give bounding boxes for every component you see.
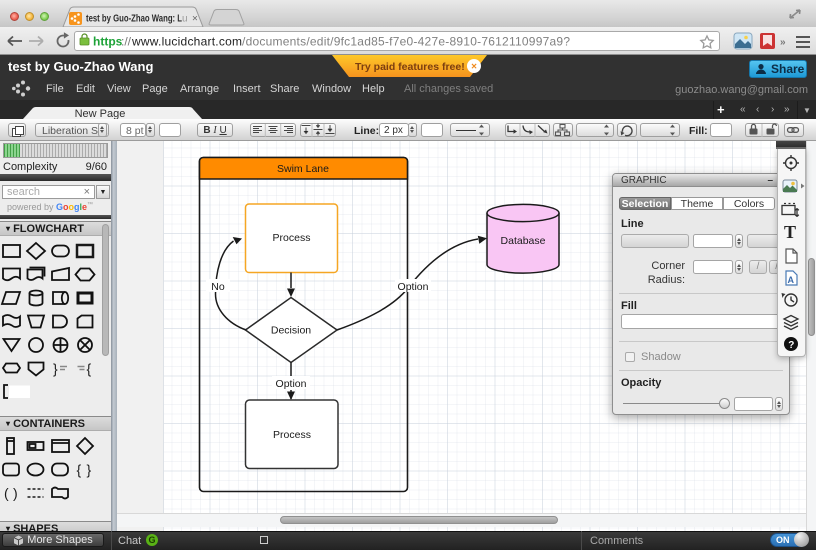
svg-text:Process: Process [273, 429, 311, 441]
svg-text:Swim Lane: Swim Lane [277, 163, 329, 175]
svg-text:T: T [784, 222, 796, 242]
svg-text:No: No [211, 281, 225, 293]
svg-text:Option: Option [398, 281, 429, 293]
svg-text:Process: Process [273, 232, 311, 244]
svg-text:Option: Option [276, 378, 307, 390]
svg-text:Database: Database [501, 235, 546, 247]
svg-text:?: ? [788, 340, 794, 351]
svg-text:A: A [788, 275, 795, 285]
svg-text:Decision: Decision [271, 325, 311, 337]
